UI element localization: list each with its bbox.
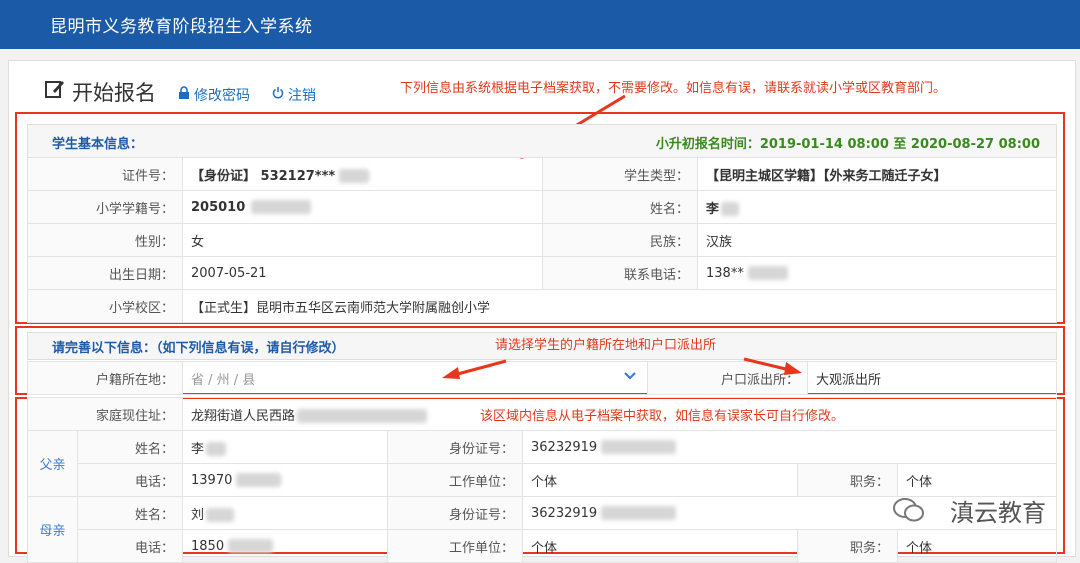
watermark: 滇云教育 (950, 499, 1046, 527)
school-no-value: 205010 (182, 190, 543, 224)
chevron-down-icon[interactable] (624, 372, 636, 380)
father-id-label: 身份证号： (387, 430, 523, 464)
lock-icon (179, 86, 189, 99)
mother-name-label: 姓名： (77, 496, 183, 530)
mother-phone-value: 1850 (182, 529, 388, 563)
mother-side-label: 母亲 (27, 496, 78, 563)
registration-time: 小升初报名时间：2019-01-14 08:00 至 2020-08-27 08… (655, 137, 1040, 152)
wechat-icon (893, 498, 924, 522)
phone-value: 138** (697, 256, 1057, 290)
father-side-label: 父亲 (27, 430, 78, 497)
father-name-label: 姓名： (77, 430, 183, 464)
father-name-value: 李 (182, 430, 388, 464)
type-value: 【昆明主城区学籍】【外来务工随迁子女】 (697, 157, 1057, 191)
id-value: 【身份证】 532127*** (182, 157, 543, 191)
hukou-label: 户籍所在地： (27, 361, 183, 395)
hukou-annotation: 请选择学生的户籍所在地和户口派出所 (495, 338, 717, 353)
power-icon (272, 87, 284, 99)
father-job-value: 个体 (897, 463, 1057, 497)
gender-label: 性别： (27, 223, 183, 257)
campus-value: 【正式生】昆明市五华区云南师范大学附属融创小学 (182, 289, 1057, 323)
mother-name-value: 刘 (182, 496, 388, 530)
father-job-label: 职务： (797, 463, 898, 497)
mother-work-value: 个体 (522, 529, 798, 563)
address-value: 龙翔街道人民西路 (182, 397, 1057, 431)
change-password-link[interactable]: 修改密码 (194, 85, 250, 105)
name-label: 姓名： (542, 190, 698, 224)
birth-value: 2007-05-21 (182, 256, 543, 290)
name-value: 李 (697, 190, 1057, 224)
police-select[interactable]: 大观派出所 (807, 361, 1057, 395)
logout-link[interactable]: 注销 (288, 85, 316, 105)
top-bar: 昆明市义务教育阶段招生入学系统 (0, 0, 1080, 49)
birth-label: 出生日期： (27, 256, 183, 290)
type-label: 学生类型： (542, 157, 698, 191)
mother-phone-label: 电话： (77, 529, 183, 563)
hukou-table: 户籍所在地： 省 / 州 / 县 户口派出所： 大观派出所 (27, 361, 1057, 395)
ethnic-value: 汉族 (697, 223, 1057, 257)
campus-label: 小学校区： (27, 289, 183, 323)
ethnic-label: 民族： (542, 223, 698, 257)
mother-job-value: 个体 (897, 529, 1057, 563)
address-label: 家庭现住址： (27, 397, 183, 431)
id-label: 证件号： (27, 157, 183, 191)
top-notice: 下列信息由系统根据电子档案获取，不需要修改。如信息有误，请联系就读小学或区教育部… (400, 81, 947, 96)
hukou-select[interactable]: 省 / 州 / 县 (182, 361, 648, 395)
father-phone-label: 电话： (77, 463, 183, 497)
mother-work-label: 工作单位： (387, 529, 523, 563)
arrow-annotation-2 (442, 359, 507, 379)
page-title: 开始报名 (72, 81, 156, 105)
mother-job-label: 职务： (797, 529, 898, 563)
phone-label: 联系电话： (542, 256, 698, 290)
father-work-label: 工作单位： (387, 463, 523, 497)
school-no-label: 小学学籍号： (27, 190, 183, 224)
complete-info-label: 请完善以下信息：（如下列信息有误，请自行修改） (52, 341, 345, 356)
gender-value: 女 (182, 223, 543, 257)
basic-info-table: 证件号： 【身份证】 532127*** 学生类型： 【昆明主城区学籍】【外来务… (27, 157, 1057, 323)
family-table: 家庭现住址： 龙翔街道人民西路 父亲 姓名： 李 身份证号： 36232919 … (27, 397, 1057, 563)
basic-info-label: 学生基本信息： (52, 137, 144, 152)
father-phone-value: 13970 (182, 463, 388, 497)
arrow-annotation-3 (743, 357, 802, 375)
app-title: 昆明市义务教育阶段招生入学系统 (50, 17, 313, 37)
father-work-value: 个体 (522, 463, 798, 497)
mother-id-label: 身份证号： (387, 496, 523, 530)
father-id-value: 36232919 (522, 430, 1057, 464)
edit-icon (45, 81, 64, 98)
